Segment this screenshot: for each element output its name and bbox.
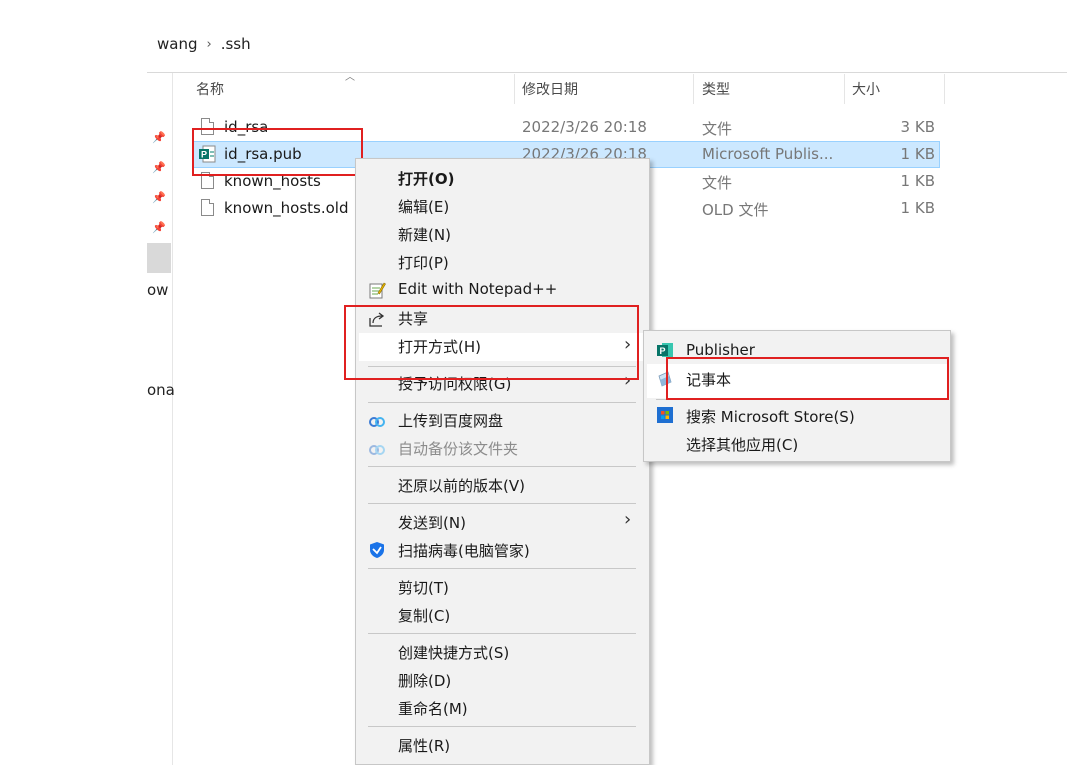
column-divider[interactable] [693,74,694,104]
menu-separator [368,633,636,634]
navigation-item-selected[interactable] [147,243,171,273]
submenu-item-search-store[interactable]: 搜索 Microsoft Store(S) [686,406,855,427]
menu-item-open[interactable]: 打开(O) [398,168,454,189]
breadcrumb: wang › .ssh [157,34,251,54]
breadcrumb-current[interactable]: .ssh [221,35,251,53]
menu-item-auto-backup: 自动备份该文件夹 [398,440,519,458]
menu-item-restore[interactable]: 还原以前的版本(V) [398,475,525,496]
menu-item-edit-notepadpp[interactable]: Edit with Notepad++ [398,280,557,298]
menu-item-properties[interactable]: 属性(R) [398,735,450,756]
file-size: 3 KB [900,118,935,136]
menu-item-send-to[interactable]: 发送到(N) [398,512,466,533]
microsoft-store-icon [657,407,673,423]
file-size: 1 KB [900,145,935,163]
menu-item-print[interactable]: 打印(P) [398,252,449,273]
column-divider[interactable] [514,74,515,104]
pin-icon: 📌 [152,221,166,234]
baidu-netdisk-icon [369,445,385,455]
tencent-pc-manager-icon [370,542,384,558]
divider [147,72,1067,73]
sort-ascending-icon: ︿ [345,72,355,83]
file-icon [201,199,214,216]
menu-item-edit[interactable]: 编辑(E) [398,196,449,217]
navigation-item-label[interactable]: ow [147,281,168,299]
file-type: Microsoft Publis... [702,145,834,163]
file-type: OLD 文件 [702,201,769,219]
context-menu: 打开(O) 编辑(E) 新建(N) 打印(P) Edit with Notepa… [355,158,650,765]
svg-text:P: P [659,346,665,356]
baidu-netdisk-icon [369,417,385,427]
menu-item-delete[interactable]: 删除(D) [398,670,451,691]
menu-separator [368,568,636,569]
file-type: 文件 [702,120,733,138]
menu-separator [368,503,636,504]
column-divider[interactable] [944,74,945,104]
pin-icon: 📌 [152,131,166,144]
annotation-highlight-box [192,128,363,176]
menu-item-create-shortcut[interactable]: 创建快捷方式(S) [398,642,509,663]
file-size: 1 KB [900,172,935,190]
menu-item-copy[interactable]: 复制(C) [398,605,450,626]
column-header-size[interactable]: 大小 [852,78,880,104]
menu-item-rename[interactable]: 重命名(M) [398,698,468,719]
file-name[interactable]: known_hosts.old [224,199,348,217]
file-modified: 2022/3/26 20:18 [522,118,647,136]
menu-item-scan-virus[interactable]: 扫描病毒(电脑管家) [398,540,530,561]
menu-separator [368,466,636,467]
submenu-item-choose-other-app[interactable]: 选择其他应用(C) [686,434,798,455]
column-divider[interactable] [844,74,845,104]
notepad-plus-plus-icon [369,282,386,299]
chevron-right-icon: › [206,36,212,52]
navigation-item-label[interactable]: ona [147,381,175,399]
annotation-highlight-box [666,357,949,400]
file-type: 文件 [702,174,733,192]
pin-icon: 📌 [152,191,166,204]
column-header-name[interactable]: 名称 [196,78,224,104]
menu-item-new[interactable]: 新建(N) [398,224,451,245]
chevron-right-icon: › [624,509,632,530]
menu-item-cut[interactable]: 剪切(T) [398,577,449,598]
pin-icon: 📌 [152,161,166,174]
menu-separator [368,402,636,403]
breadcrumb-parent[interactable]: wang [157,35,198,53]
menu-separator [368,726,636,727]
annotation-highlight-box [344,305,639,380]
navigation-pane [147,73,173,765]
file-size: 1 KB [900,199,935,217]
menu-item-upload-baidu[interactable]: 上传到百度网盘 [398,410,503,431]
column-header-modified[interactable]: 修改日期 [522,78,578,104]
column-header-type[interactable]: 类型 [702,78,730,104]
